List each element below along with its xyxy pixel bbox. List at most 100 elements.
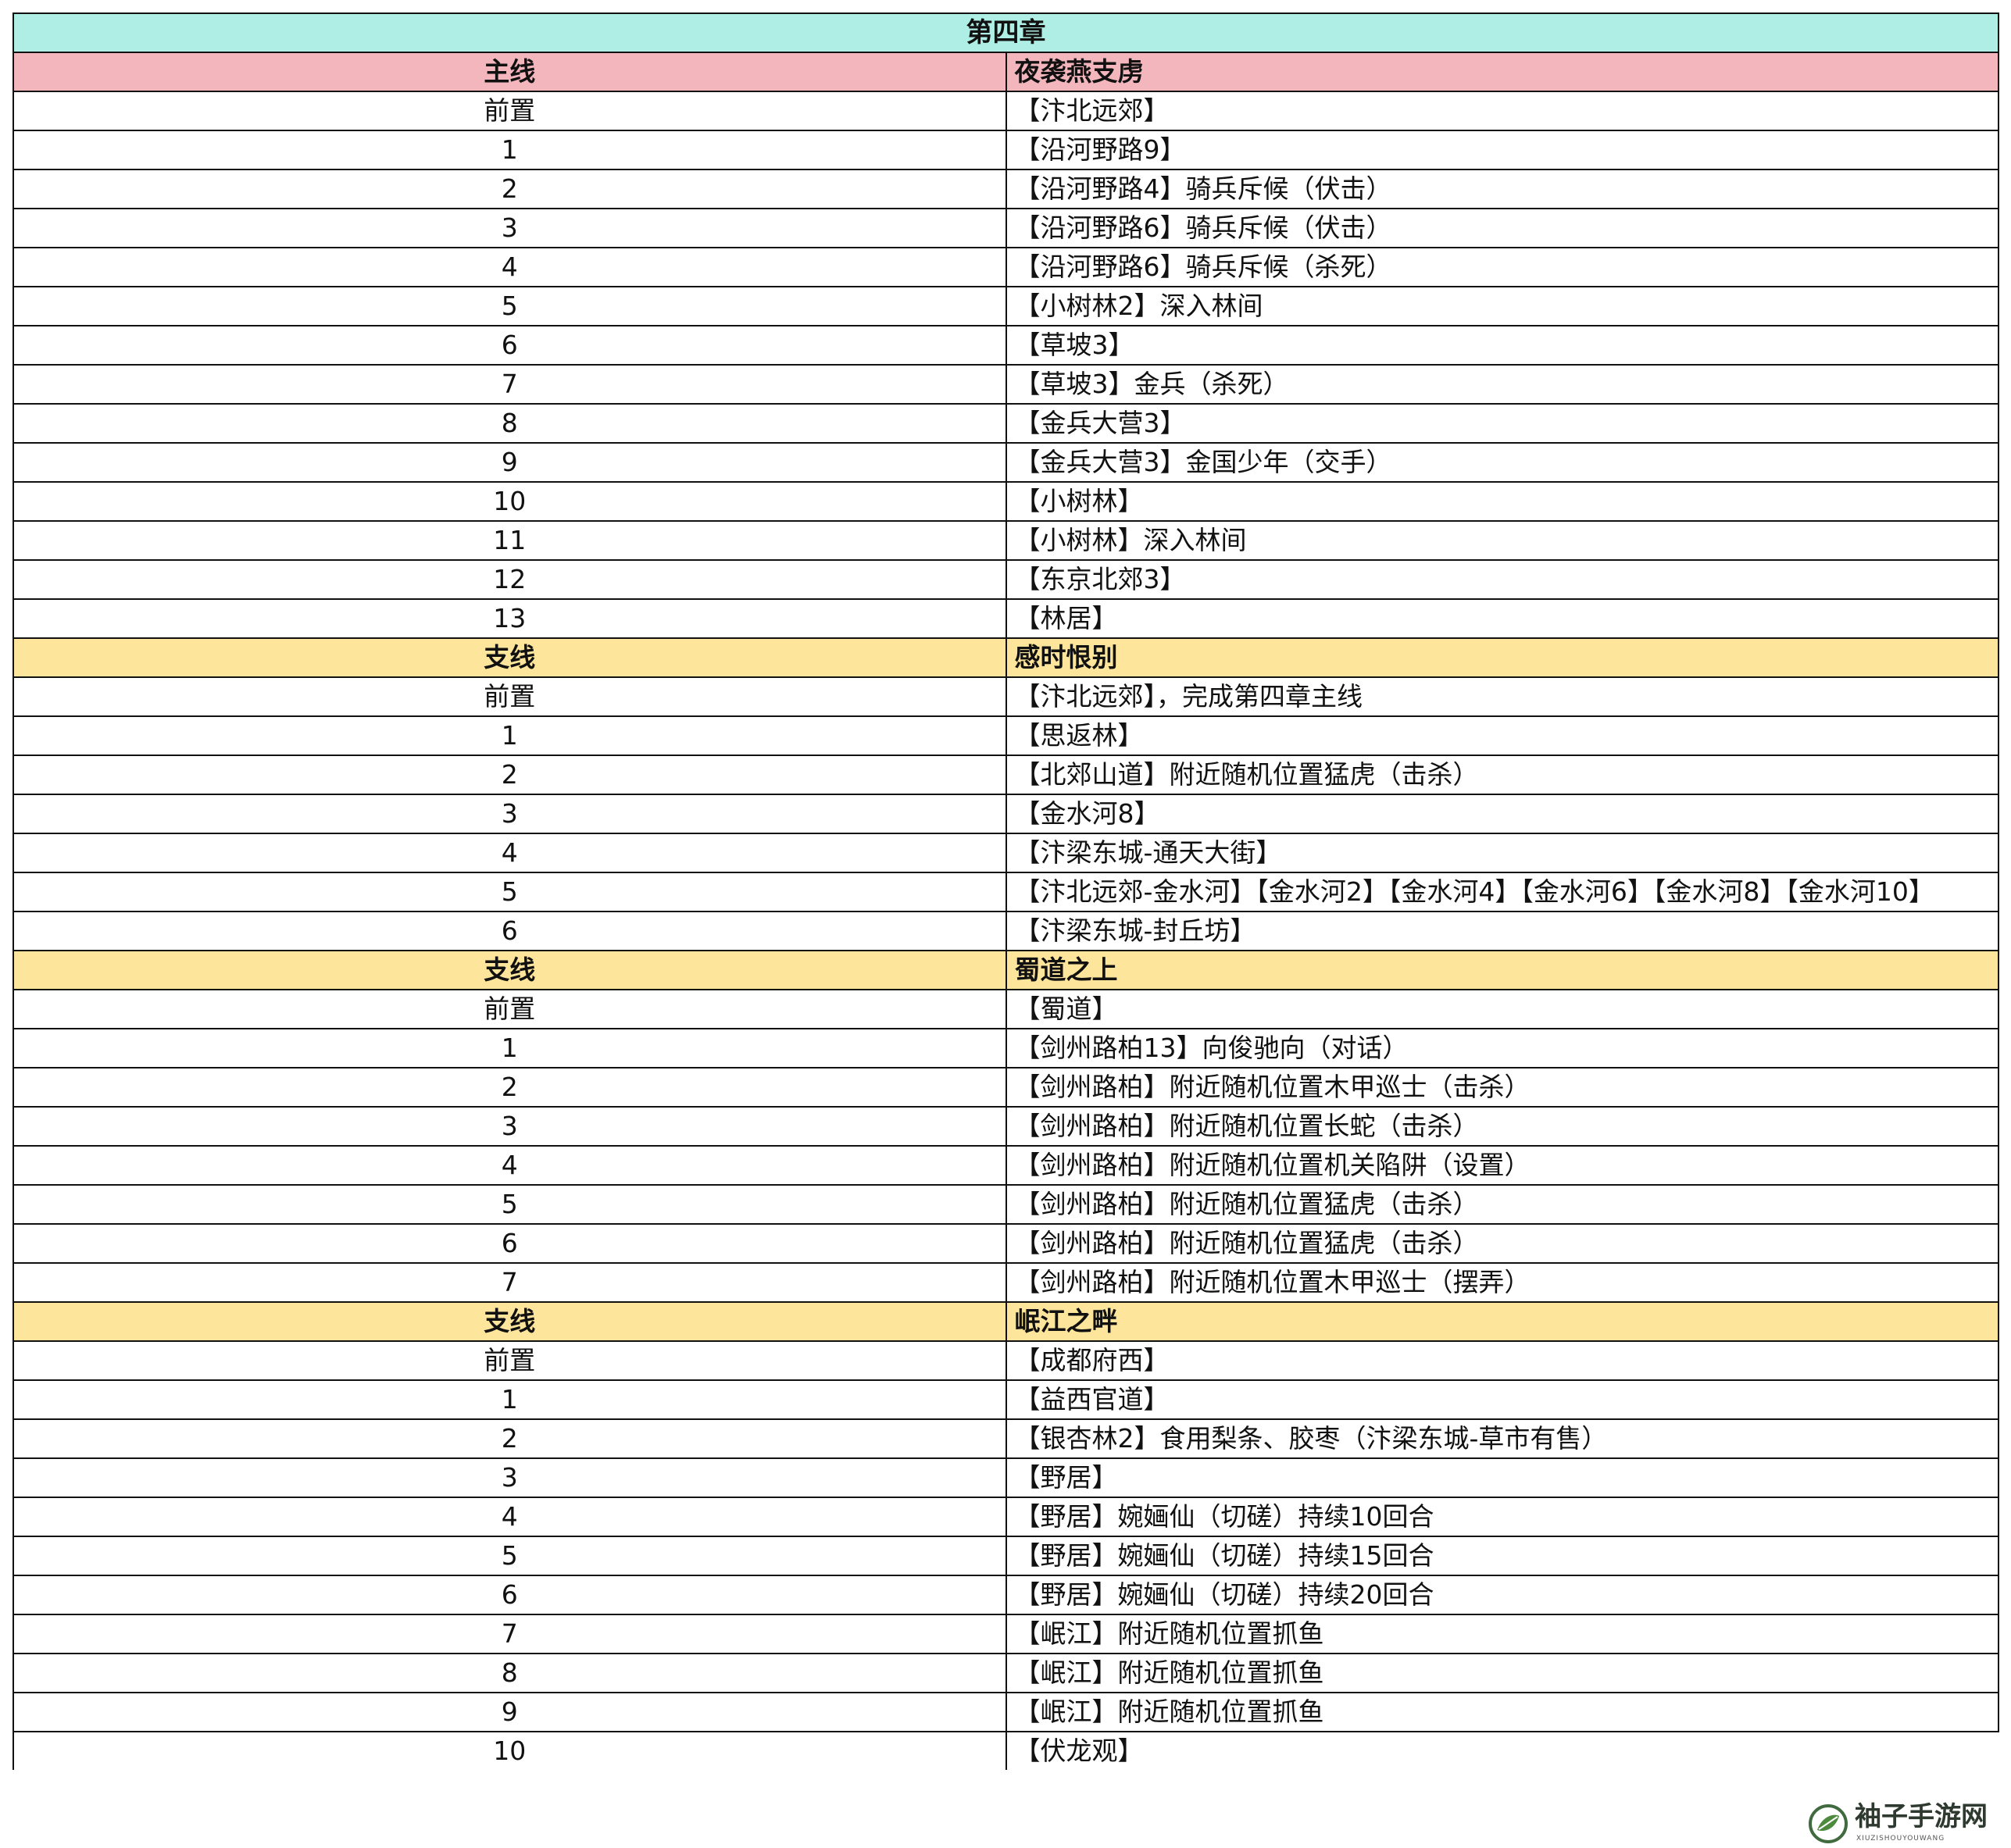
step-description: 【草坡3】金兵（杀死）: [1005, 364, 1999, 405]
table-row: 2 【剑州路柏】附近随机位置木甲巡士（击杀）: [13, 1067, 1999, 1108]
step-number: 1: [13, 1028, 1007, 1068]
step-number: 1: [13, 1379, 1007, 1420]
step-number: 8: [13, 1653, 1007, 1693]
step-number: 5: [13, 286, 1007, 326]
table-row: 11 【小树林】深入林间: [13, 520, 1999, 561]
table-row: 4 【剑州路柏】附近随机位置机关陷阱（设置）: [13, 1145, 1999, 1186]
table-row: 前置 【汴北远郊】: [13, 91, 1999, 131]
watermark-name: 袖子手游网: [1855, 1801, 1988, 1832]
table-row: 6 【野居】婉婳仙（切磋）持续20回合: [13, 1575, 1999, 1615]
table-row: 7 【剑州路柏】附近随机位置木甲巡士（摆弄）: [13, 1262, 1999, 1303]
step-description: 【小树林】深入林间: [1005, 520, 1999, 561]
step-number: 1: [13, 715, 1007, 756]
step-description: 【剑州路柏】附近随机位置木甲巡士（摆弄）: [1005, 1262, 1999, 1303]
table-row: 5 【汴北远郊-金水河】【金水河2】【金水河4】【金水河6】【金水河8】【金水河1…: [13, 872, 1999, 912]
table-row: 6 【剑州路柏】附近随机位置猛虎（击杀）: [13, 1223, 1999, 1264]
step-description: 【野居】婉婳仙（切磋）持续15回合: [1005, 1536, 1999, 1576]
table-row: 3 【金水河8】: [13, 794, 1999, 834]
step-description: 【北郊山道】附近随机位置猛虎（击杀）: [1005, 755, 1999, 795]
step-description: 【岷江】附近随机位置抓鱼: [1005, 1653, 1999, 1693]
quest-table: 第四章 主线 夜袭燕支虏 前置 【汴北远郊】 1 【沿河野路9】 2 【沿河野路4】骑兵斥候（…: [13, 12, 1999, 1770]
step-description: 【汴梁东城-封丘坊】: [1005, 911, 1999, 951]
step-number: 1: [13, 130, 1007, 170]
step-description: 【剑州路柏】附近随机位置猛虎（击杀）: [1005, 1184, 1999, 1225]
step-description: 【益西官道】: [1005, 1379, 1999, 1420]
chapter-title: 第四章: [13, 12, 1999, 53]
step-description: 【草坡3】: [1005, 325, 1999, 366]
section-tag: 支线: [13, 1301, 1007, 1342]
table-row: 3 【剑州路柏】附近随机位置长蛇（击杀）: [13, 1106, 1999, 1147]
step-number: 7: [13, 1614, 1007, 1654]
step-description: 【银杏林2】食用梨条、胶枣（汴梁东城-草市有售）: [1005, 1418, 1999, 1459]
step-number: 8: [13, 403, 1007, 444]
step-number: 3: [13, 794, 1007, 834]
step-description: 【剑州路柏13】向俊驰向（对话）: [1005, 1028, 1999, 1068]
leaf-logo-icon: [1809, 1804, 1848, 1843]
step-description: 【剑州路柏】附近随机位置木甲巡士（击杀）: [1005, 1067, 1999, 1108]
step-number: 12: [13, 559, 1007, 600]
section-name: 岷江之畔: [1005, 1301, 1999, 1342]
step-number: 前置: [13, 676, 1007, 717]
step-description: 【小树林2】深入林间: [1005, 286, 1999, 326]
step-number: 6: [13, 1575, 1007, 1615]
step-number: 13: [13, 598, 1007, 639]
table-row: 2 【北郊山道】附近随机位置猛虎（击杀）: [13, 755, 1999, 795]
step-number: 2: [13, 1067, 1007, 1108]
section-tag: 支线: [13, 637, 1007, 678]
table-row: 前置 【汴北远郊】，完成第四章主线: [13, 676, 1999, 717]
table-row: 8 【岷江】附近随机位置抓鱼: [13, 1653, 1999, 1693]
step-number: 2: [13, 1418, 1007, 1459]
watermark: 袖子手游网 XIUZISHOUYOUWANG: [1805, 1800, 2000, 1848]
step-number: 前置: [13, 989, 1007, 1029]
table-row: 9 【岷江】附近随机位置抓鱼: [13, 1692, 1999, 1732]
step-description: 【思返林】: [1005, 715, 1999, 756]
step-number: 4: [13, 1497, 1007, 1537]
table-row: 10 【小树林】: [13, 481, 1999, 522]
step-description: 【林居】: [1005, 598, 1999, 639]
table-row: 8 【金兵大营3】: [13, 403, 1999, 444]
step-number: 2: [13, 169, 1007, 209]
step-description: 【金水河8】: [1005, 794, 1999, 834]
step-number: 前置: [13, 1340, 1007, 1381]
watermark-subtitle: XIUZISHOUYOUWANG: [1856, 1835, 1945, 1843]
table-row: 1 【剑州路柏13】向俊驰向（对话）: [13, 1028, 1999, 1068]
table-row: 6 【汴梁东城-封丘坊】: [13, 911, 1999, 951]
step-number: 9: [13, 442, 1007, 483]
table-row: 7 【草坡3】金兵（杀死）: [13, 364, 1999, 405]
section-name: 夜袭燕支虏: [1005, 52, 1999, 92]
step-description: 【剑州路柏】附近随机位置机关陷阱（设置）: [1005, 1145, 1999, 1186]
step-number: 5: [13, 1536, 1007, 1576]
table-row: 3 【野居】: [13, 1457, 1999, 1498]
step-description: 【剑州路柏】附近随机位置猛虎（击杀）: [1005, 1223, 1999, 1264]
step-description: 【东京北郊3】: [1005, 559, 1999, 600]
step-description: 【岷江】附近随机位置抓鱼: [1005, 1614, 1999, 1654]
step-description: 【蜀道】: [1005, 989, 1999, 1029]
table-row: 前置 【成都府西】: [13, 1340, 1999, 1381]
step-description: 【小树林】: [1005, 481, 1999, 522]
table-row: 9 【金兵大营3】金国少年（交手）: [13, 442, 1999, 483]
table-row: 1 【益西官道】: [13, 1379, 1999, 1420]
step-description: 【汴北远郊】: [1005, 91, 1999, 131]
step-description: 【野居】: [1005, 1457, 1999, 1498]
section-header-row: 支线 岷江之畔: [13, 1301, 1999, 1342]
step-number: 4: [13, 1145, 1007, 1186]
table-row: 5 【剑州路柏】附近随机位置猛虎（击杀）: [13, 1184, 1999, 1225]
step-number: 10: [13, 1731, 1007, 1770]
step-description: 【沿河野路4】骑兵斥候（伏击）: [1005, 169, 1999, 209]
step-description: 【野居】婉婳仙（切磋）持续10回合: [1005, 1497, 1999, 1537]
step-number: 9: [13, 1692, 1007, 1732]
step-description: 【金兵大营3】金国少年（交手）: [1005, 442, 1999, 483]
step-description: 【汴北远郊】，完成第四章主线: [1005, 676, 1999, 717]
table-row: 4 【野居】婉婳仙（切磋）持续10回合: [13, 1497, 1999, 1537]
table-row: 2 【沿河野路4】骑兵斥候（伏击）: [13, 169, 1999, 209]
table-row: 6 【草坡3】: [13, 325, 1999, 366]
table-row: 1 【沿河野路9】: [13, 130, 1999, 170]
step-number: 7: [13, 364, 1007, 405]
step-description: 【汴北远郊-金水河】【金水河2】【金水河4】【金水河6】【金水河8】【金水河10…: [1005, 872, 1999, 912]
section-header-row: 支线 蜀道之上: [13, 950, 1999, 990]
step-number: 前置: [13, 91, 1007, 131]
table-row: 前置 【蜀道】: [13, 989, 1999, 1029]
section-tag: 支线: [13, 950, 1007, 990]
step-number: 4: [13, 247, 1007, 287]
step-number: 5: [13, 872, 1007, 912]
